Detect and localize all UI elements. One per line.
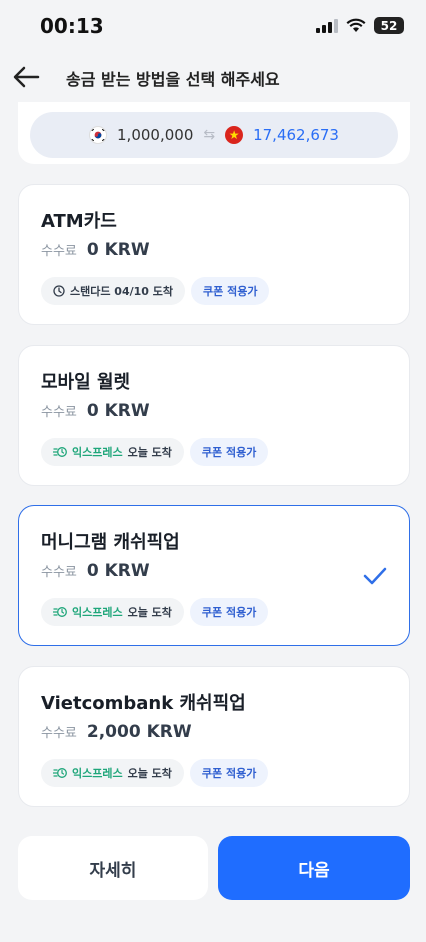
express-label: 익스프레스 [72, 606, 123, 619]
express-label: 익스프레스 [72, 446, 123, 459]
arrival-label: 오늘 도착 [127, 446, 172, 459]
status-time: 00:13 [40, 14, 104, 38]
fee-row: 수수료 0 KRW [41, 401, 150, 421]
fee-value: 0 KRW [86, 401, 150, 421]
fee-value: 0 KRW [86, 561, 150, 581]
back-arrow-icon[interactable] [12, 64, 40, 90]
fee-label: 수수료 [41, 565, 77, 580]
speed-tag: 익스프레스 오늘 도착 [41, 759, 184, 787]
battery-icon: 52 [374, 17, 404, 34]
fee-value: 0 KRW [86, 240, 150, 260]
detail-button[interactable]: 자세히 [18, 836, 208, 900]
fee-label: 수수료 [41, 405, 77, 420]
arrival-label: 오늘 도착 [127, 606, 172, 619]
exchange-summary-card: 1,000,000 ⇆ ★ 17,462,673 [18, 102, 410, 164]
fee-label: 수수료 [41, 244, 77, 259]
status-icons: 52 [316, 17, 404, 34]
coupon-tag: 쿠폰 적용가 [189, 759, 269, 787]
method-name: 모바일 월렛 [41, 372, 131, 393]
method-tags: 스탠다드 04/10 도착 쿠폰 적용가 [41, 277, 270, 305]
method-card-moneygram[interactable]: 머니그램 캐쉬픽업 수수료 0 KRW 익스프레스 오늘 도착 쿠폰 적용가 [18, 505, 410, 646]
korea-flag-icon [89, 126, 108, 144]
method-name: Vietcombank 캐쉬픽업 [41, 693, 246, 714]
coupon-tag: 쿠폰 적용가 [191, 277, 270, 305]
coupon-tag: 쿠폰 적용가 [189, 598, 269, 626]
speed-tag: 스탠다드 04/10 도착 [41, 277, 186, 305]
speed-tag: 익스프레스 오늘 도착 [41, 598, 184, 626]
swap-icon: ⇆ [203, 127, 216, 143]
checkmark-icon [363, 567, 387, 585]
method-name: 머니그램 캐쉬픽업 [41, 532, 180, 553]
next-button[interactable]: 다음 [218, 836, 410, 900]
method-card-vietcombank[interactable]: Vietcombank 캐쉬픽업 수수료 2,000 KRW 익스프레스 오늘 … [18, 666, 410, 807]
wifi-icon [346, 18, 366, 32]
send-amount: 1,000,000 [117, 126, 194, 144]
receive-amount: 17,462,673 [253, 126, 339, 144]
method-tags: 익스프레스 오늘 도착 쿠폰 적용가 [41, 438, 269, 466]
speed-tag: 익스프레스 오늘 도착 [41, 438, 184, 466]
method-card-atm[interactable]: ATM카드 수수료 0 KRW 스탠다드 04/10 도착 쿠폰 적용가 [18, 184, 410, 325]
method-tags: 익스프레스 오늘 도착 쿠폰 적용가 [41, 759, 269, 787]
fee-row: 수수료 0 KRW [41, 240, 150, 260]
header: 송금 받는 방법을 선택 해주세요 [0, 52, 426, 102]
fee-label: 수수료 [41, 726, 77, 741]
cellular-signal-icon [316, 18, 338, 33]
method-name: ATM카드 [41, 211, 117, 232]
bottom-action-bar: 자세히 다음 [0, 836, 426, 942]
fee-row: 수수료 2,000 KRW [41, 722, 192, 742]
vietnam-flag-icon: ★ [225, 126, 244, 144]
method-card-mobile-wallet[interactable]: 모바일 월렛 수수료 0 KRW 익스프레스 오늘 도착 쿠폰 적용가 [18, 345, 410, 486]
method-tags: 익스프레스 오늘 도착 쿠폰 적용가 [41, 598, 269, 626]
express-icon [53, 447, 67, 457]
arrival-label: 오늘 도착 [127, 767, 172, 780]
exchange-summary-pill: 1,000,000 ⇆ ★ 17,462,673 [30, 112, 398, 158]
coupon-tag: 쿠폰 적용가 [189, 438, 269, 466]
express-icon [53, 768, 67, 778]
speed-tag-label: 스탠다드 04/10 도착 [70, 285, 174, 298]
page-title: 송금 받는 방법을 선택 해주세요 [66, 70, 280, 89]
status-bar: 00:13 52 [0, 0, 426, 52]
fee-row: 수수료 0 KRW [41, 561, 150, 581]
express-icon [53, 607, 67, 617]
express-label: 익스프레스 [72, 767, 123, 780]
clock-icon [53, 285, 65, 297]
fee-value: 2,000 KRW [86, 722, 192, 742]
